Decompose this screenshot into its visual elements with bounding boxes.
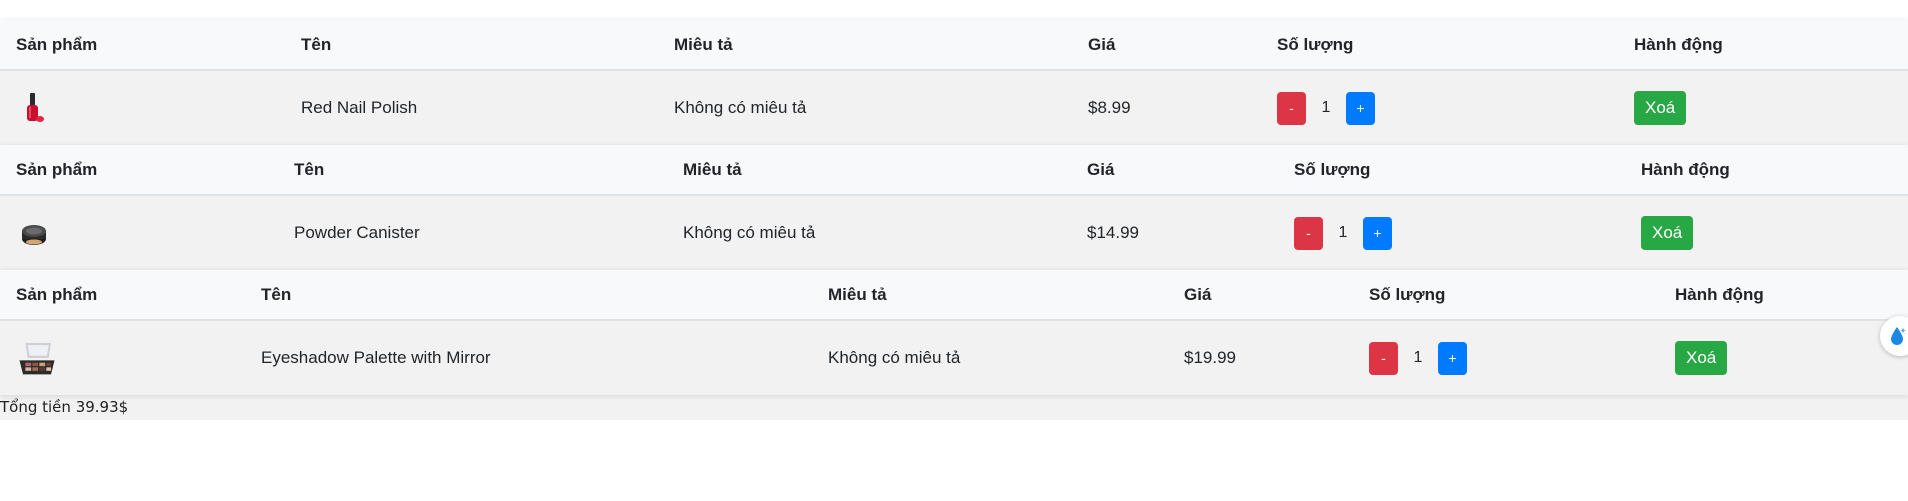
product-name: Powder Canister [294, 223, 420, 242]
header-price: Giá [1168, 270, 1353, 321]
product-description: Không có miêu tả [828, 348, 961, 367]
product-name: Eyeshadow Palette with Mirror [261, 348, 491, 367]
header-quantity: Số lượng [1353, 270, 1659, 321]
increase-quantity-button[interactable]: + [1346, 91, 1375, 125]
cart-table: Sản phẩm Tên Miêu tả Giá Số lượng Hành đ… [0, 145, 1908, 270]
header-description: Miêu tả [658, 20, 1072, 71]
product-image-cell [0, 70, 285, 145]
product-price: $8.99 [1088, 98, 1131, 117]
quantity-value: 1 [1338, 224, 1348, 241]
quantity-cell: - 1 + [1261, 70, 1618, 145]
nail-polish-icon [27, 93, 44, 122]
delete-button[interactable]: Xoá [1634, 91, 1687, 125]
table-row: Powder Canister Không có miêu tả $14.99 … [0, 195, 1908, 270]
header-product: Sản phẩm [0, 270, 245, 321]
increase-quantity-button[interactable]: + [1363, 216, 1392, 250]
header-action: Hành động [1618, 20, 1908, 71]
header-product: Sản phẩm [0, 145, 278, 196]
header-description: Miêu tả [667, 145, 1071, 196]
product-price: $19.99 [1184, 348, 1236, 367]
delete-button[interactable]: Xoá [1675, 341, 1728, 375]
header-price: Giá [1072, 20, 1261, 71]
product-description: Không có miêu tả [674, 98, 807, 117]
action-cell: Xoá [1659, 320, 1908, 395]
quantity-stepper: - 1 + [1277, 91, 1618, 125]
header-name: Tên [285, 20, 658, 71]
cart-page: Sản phẩm Tên Miêu tả Giá Số lượng Hành đ… [0, 0, 1908, 501]
decrease-quantity-button[interactable]: - [1369, 341, 1398, 375]
product-description: Không có miêu tả [683, 223, 816, 242]
header-action: Hành động [1659, 270, 1908, 321]
product-name: Red Nail Polish [301, 98, 418, 117]
cart-table: Sản phẩm Tên Miêu tả Giá Số lượng Hành đ… [0, 20, 1908, 145]
decrease-quantity-button[interactable]: - [1277, 91, 1306, 125]
header-description: Miêu tả [812, 270, 1168, 321]
product-image-cell [0, 195, 278, 270]
quantity-value: 1 [1413, 349, 1423, 366]
delete-button[interactable]: Xoá [1641, 216, 1694, 250]
eyeshadow-palette-icon [19, 342, 55, 375]
powder-canister-icon [22, 225, 46, 245]
quantity-stepper: - 1 + [1369, 341, 1659, 375]
cart-table: Sản phẩm Tên Miêu tả Giá Số lượng Hành đ… [0, 270, 1908, 395]
cart-total: Tổng tiền 39.93$ [0, 398, 129, 416]
quantity-cell: - 1 + [1353, 320, 1659, 395]
product-image-cell [0, 320, 245, 395]
quantity-cell: - 1 + [1278, 195, 1625, 270]
header-name: Tên [278, 145, 667, 196]
header-quantity: Số lượng [1278, 145, 1625, 196]
header-quantity: Số lượng [1261, 20, 1618, 71]
table-header-row: Sản phẩm Tên Miêu tả Giá Số lượng Hành đ… [0, 20, 1908, 71]
header-product: Sản phẩm [0, 20, 285, 71]
action-cell: Xoá [1618, 70, 1908, 145]
product-price: $14.99 [1087, 223, 1139, 242]
header-price: Giá [1071, 145, 1278, 196]
header-action: Hành động [1625, 145, 1908, 196]
header-name: Tên [245, 270, 812, 321]
table-row: Red Nail Polish Không có miêu tả $8.99 -… [0, 70, 1908, 145]
decrease-quantity-button[interactable]: - [1294, 216, 1323, 250]
table-header-row: Sản phẩm Tên Miêu tả Giá Số lượng Hành đ… [0, 270, 1908, 321]
table-row: Eyeshadow Palette with Mirror Không có m… [0, 320, 1908, 395]
action-cell: Xoá [1625, 195, 1908, 270]
quantity-value: 1 [1321, 99, 1331, 116]
quantity-stepper: - 1 + [1294, 216, 1625, 250]
increase-quantity-button[interactable]: + [1438, 341, 1467, 375]
table-header-row: Sản phẩm Tên Miêu tả Giá Số lượng Hành đ… [0, 145, 1908, 196]
water-drop-icon [1891, 327, 1906, 345]
